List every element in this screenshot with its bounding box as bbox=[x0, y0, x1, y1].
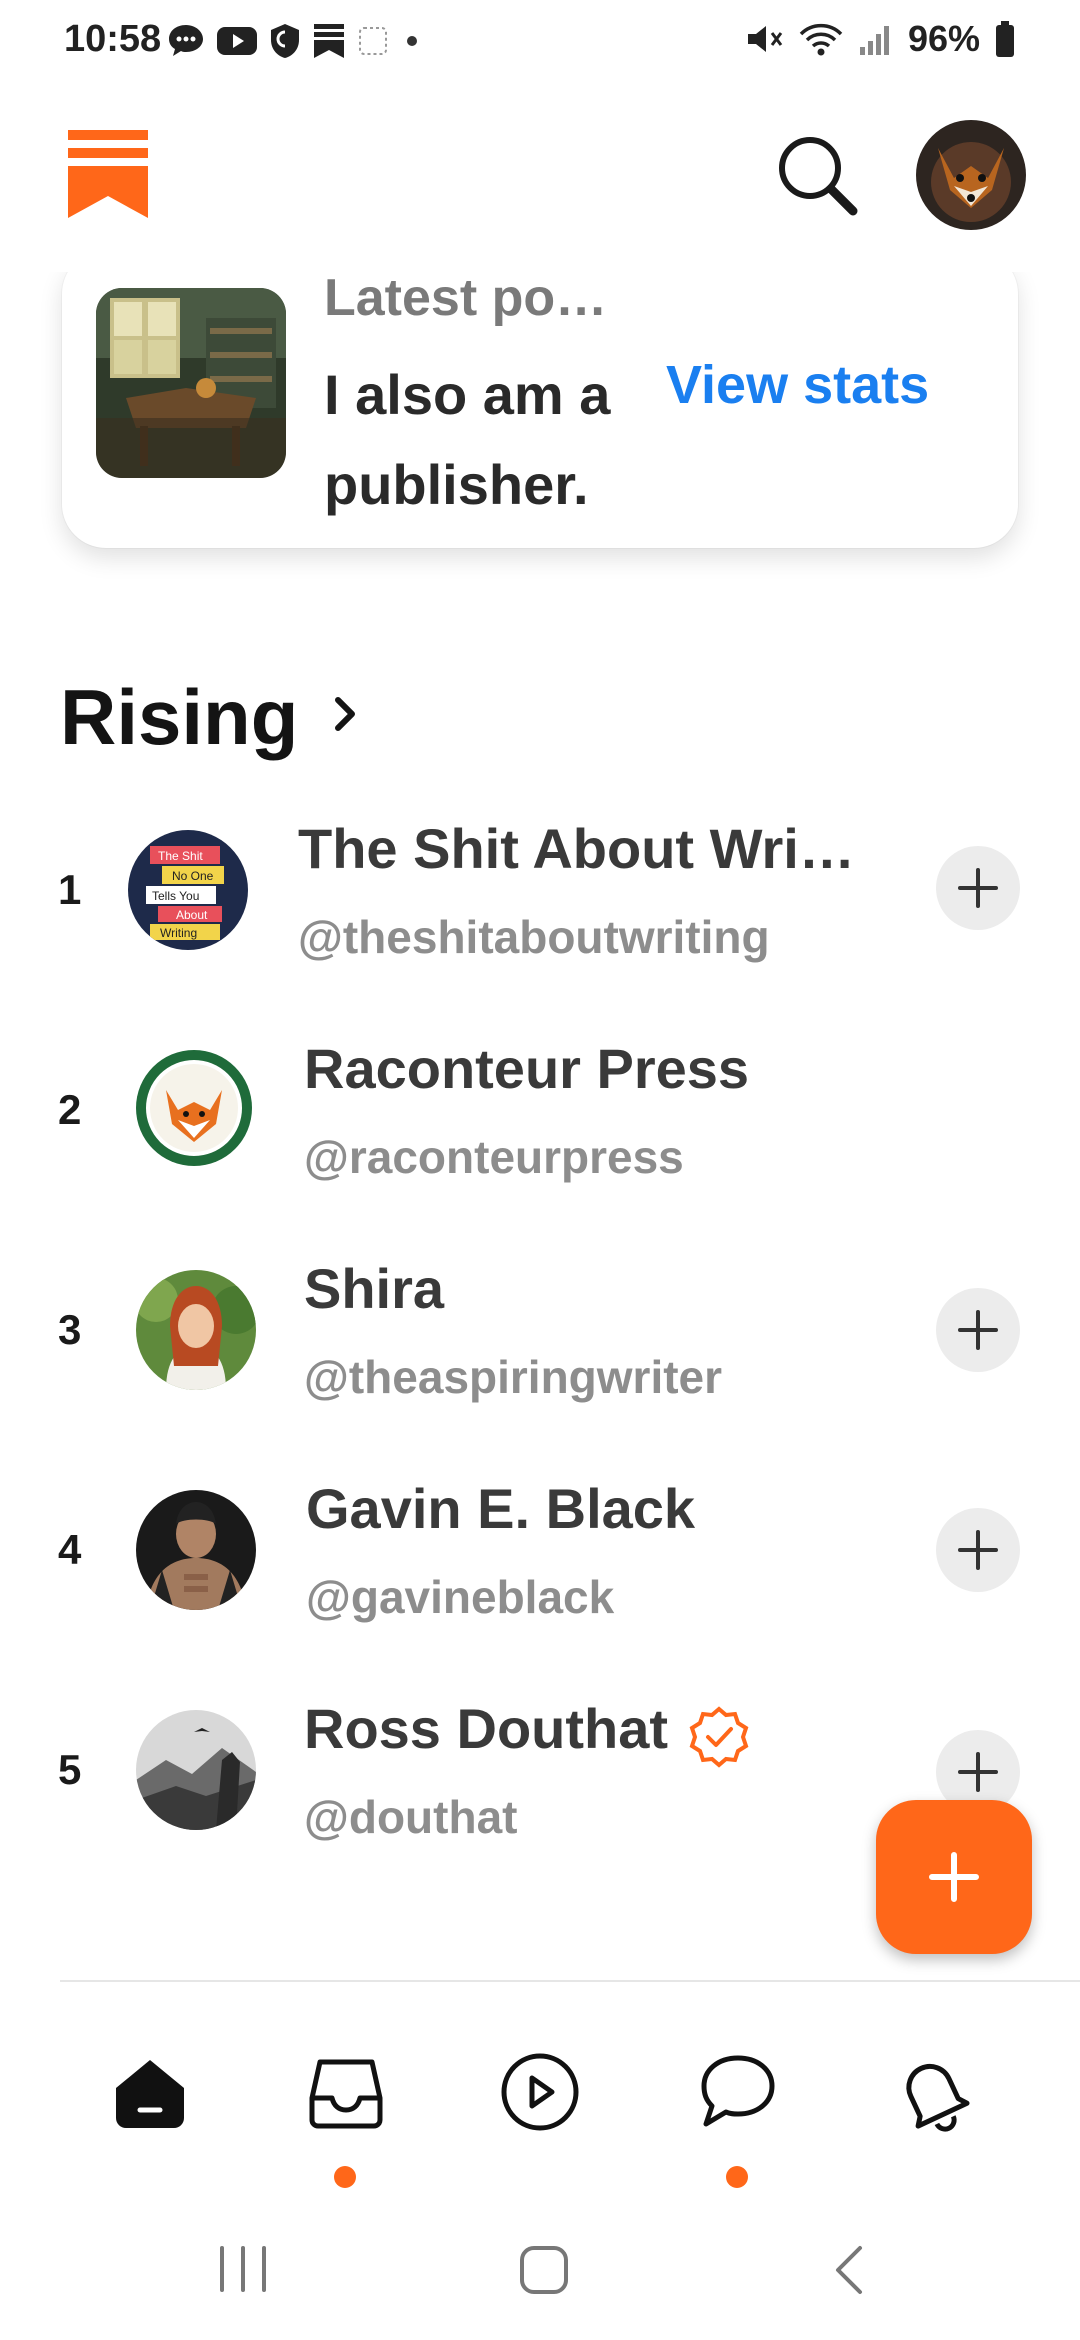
status-right-icons: 96% bbox=[744, 18, 1016, 60]
inbox-icon bbox=[309, 2059, 383, 2129]
recent-apps-icon[interactable] bbox=[216, 2244, 270, 2294]
system-nav-bar bbox=[0, 2210, 1080, 2340]
follow-button[interactable] bbox=[936, 846, 1020, 930]
profile-avatar[interactable] bbox=[916, 120, 1026, 230]
chat-badge-dot bbox=[726, 2166, 748, 2188]
follow-button[interactable] bbox=[936, 1508, 1020, 1592]
plus-icon bbox=[958, 1752, 998, 1792]
post-thumbnail bbox=[96, 288, 286, 478]
shield-icon bbox=[271, 24, 299, 58]
nav-notifications[interactable] bbox=[882, 2042, 982, 2142]
cover-line-5: Writing bbox=[160, 926, 197, 940]
signal-icon bbox=[859, 26, 889, 55]
nav-chat[interactable] bbox=[688, 2042, 788, 2142]
cover-line-2: No One bbox=[172, 869, 214, 883]
publication-name[interactable]: The Shit About Wri… bbox=[298, 816, 855, 881]
publication-avatar[interactable]: The Shit No One Tells You About Writing bbox=[128, 830, 248, 950]
rising-heading[interactable]: Rising bbox=[60, 672, 298, 763]
publication-name[interactable]: Ross Douthat bbox=[304, 1696, 668, 1761]
publication-name[interactable]: Gavin E. Black bbox=[306, 1476, 695, 1541]
publication-handle: @theaspiringwriter bbox=[304, 1351, 723, 1403]
card-kicker: Latest po… bbox=[324, 269, 608, 327]
home-icon bbox=[116, 2060, 184, 2128]
publication-handle: @raconteurpress bbox=[304, 1131, 684, 1183]
back-icon[interactable] bbox=[830, 2244, 870, 2296]
publication-handle: @theshitaboutwriting bbox=[298, 911, 770, 963]
latest-post-card[interactable]: Latest po… I also am a publisher. View s… bbox=[62, 250, 1018, 548]
home-button-icon[interactable] bbox=[518, 2244, 570, 2296]
rank-number: 2 bbox=[58, 1086, 82, 1133]
publication-avatar[interactable] bbox=[136, 1490, 256, 1610]
verified-badge-icon bbox=[689, 1706, 749, 1768]
publication-avatar[interactable] bbox=[136, 1050, 252, 1166]
status-time: 10:58 bbox=[64, 18, 162, 60]
chevron-right-icon[interactable] bbox=[330, 694, 360, 734]
view-stats-link[interactable]: View stats bbox=[666, 354, 929, 416]
compose-button[interactable] bbox=[876, 1800, 1032, 1954]
mute-icon bbox=[747, 26, 783, 52]
status-bar: 10:58 96% bbox=[0, 0, 1080, 86]
rank-number: 4 bbox=[58, 1526, 82, 1573]
substack-logo[interactable] bbox=[68, 130, 148, 220]
post-title: I also am a publisher. bbox=[324, 363, 611, 516]
rank-number: 3 bbox=[58, 1306, 82, 1353]
youtube-icon bbox=[217, 27, 257, 55]
plus-icon bbox=[929, 1852, 979, 1902]
bell-icon bbox=[906, 2064, 970, 2132]
plus-icon bbox=[958, 868, 998, 908]
rank-number: 1 bbox=[58, 866, 82, 913]
publication-handle: @gavineblack bbox=[306, 1571, 615, 1623]
publication-handle: @douthat bbox=[304, 1791, 518, 1843]
bookmark-icon bbox=[314, 24, 344, 58]
play-icon bbox=[501, 2053, 579, 2131]
cover-line-4: About bbox=[176, 908, 208, 922]
wifi-icon bbox=[799, 23, 843, 56]
publication-avatar[interactable] bbox=[136, 1710, 256, 1830]
search-icon[interactable] bbox=[776, 134, 860, 218]
notification-icon bbox=[359, 27, 387, 55]
battery-icon bbox=[996, 21, 1014, 57]
fox-avatar-image bbox=[916, 120, 1026, 230]
plus-icon bbox=[958, 1530, 998, 1570]
publication-name[interactable]: Shira bbox=[304, 1256, 444, 1321]
cover-line-1: The Shit bbox=[158, 849, 203, 863]
nav-home[interactable] bbox=[100, 2042, 200, 2142]
chat-icon bbox=[701, 2055, 775, 2127]
status-left-icons bbox=[166, 22, 424, 60]
follow-button[interactable] bbox=[936, 1288, 1020, 1372]
inbox-badge-dot bbox=[334, 2166, 356, 2188]
bottom-nav bbox=[0, 1982, 1080, 2202]
publication-avatar[interactable] bbox=[136, 1270, 256, 1390]
dot-icon bbox=[407, 36, 417, 46]
rank-number: 5 bbox=[58, 1746, 82, 1793]
app-header bbox=[0, 86, 1080, 272]
cover-line-3: Tells You bbox=[152, 889, 199, 903]
battery-percent: 96% bbox=[907, 18, 980, 59]
publication-name[interactable]: Raconteur Press bbox=[304, 1036, 749, 1101]
chat-icon bbox=[169, 25, 203, 56]
nav-play[interactable] bbox=[490, 2042, 590, 2142]
plus-icon bbox=[958, 1310, 998, 1350]
nav-inbox[interactable] bbox=[296, 2042, 396, 2142]
